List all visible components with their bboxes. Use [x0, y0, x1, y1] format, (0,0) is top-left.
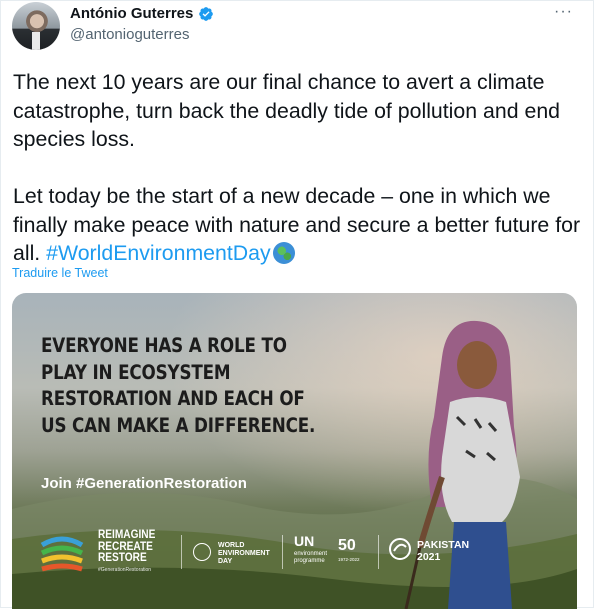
wed-logo-text: WORLD ENVIRONMENT DAY: [218, 542, 270, 565]
more-options-button[interactable]: ···: [554, 3, 573, 21]
globe-icon: [272, 242, 295, 264]
avatar[interactable]: [12, 2, 60, 50]
un-logo-text: UN: [294, 533, 315, 549]
unep-subtitle: environment programme: [294, 551, 328, 564]
rrr-logo-text: REIMAGINE RECREATE RESTORE: [98, 529, 156, 565]
verified-badge-icon: [199, 6, 214, 21]
rrr-lines: REIMAGINE RECREATE RESTORE: [98, 529, 156, 564]
author-row: António Guterres: [70, 5, 214, 22]
generation-restoration-logo: [40, 536, 84, 572]
translate-tweet-link[interactable]: Traduire le Tweet: [12, 266, 108, 280]
fifty-years-mark: 50: [338, 537, 356, 554]
logo-divider: [378, 535, 379, 569]
logo-divider: [181, 535, 182, 569]
campaign-headline: EVERYONE HAS A ROLE TO PLAY IN ECOSYSTEM…: [41, 334, 316, 437]
tweet-card: António Guterres @antonioguterres ··· Th…: [0, 0, 594, 609]
tweet-media-image[interactable]: EVERYONE HAS A ROLE TO PLAY IN ECOSYSTEM…: [12, 293, 577, 609]
fifty-years-range: 1972-2022: [338, 557, 360, 562]
hashtag-link[interactable]: #WorldEnvironmentDay: [46, 241, 271, 265]
rrr-hashtag: #GenerationRestoration: [98, 567, 152, 573]
author-name[interactable]: António Guterres: [70, 5, 193, 22]
pakistan-host-icon: [389, 538, 411, 560]
partner-logos: REIMAGINE RECREATE RESTORE #GenerationRe…: [38, 529, 478, 579]
logo-divider: [282, 535, 283, 569]
campaign-join-text: Join #GenerationRestoration: [41, 475, 247, 492]
author-handle[interactable]: @antonioguterres: [70, 26, 189, 43]
tweet-text: The next 10 years are our final chance t…: [13, 68, 583, 268]
host-country-text: PAKISTAN 2021: [417, 539, 470, 563]
world-environment-day-icon: [193, 543, 211, 561]
tweet-body: The next 10 years are our final chance t…: [13, 70, 581, 265]
